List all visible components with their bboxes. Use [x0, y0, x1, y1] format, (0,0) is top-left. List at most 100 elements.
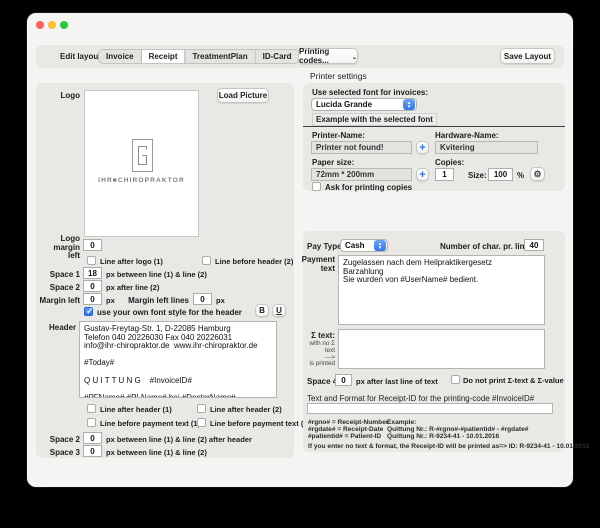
- receipt-id-fallback-note: If you enter no text & format, the Recei…: [308, 443, 589, 450]
- space2b-field[interactable]: 0: [83, 432, 102, 444]
- tab-idcard[interactable]: ID-Card: [256, 50, 299, 63]
- sum-text-label: Σ text:: [305, 331, 335, 340]
- size-field[interactable]: 100: [488, 168, 513, 181]
- dropdown-stepper-icon: ▲▼: [374, 240, 386, 251]
- underline-label: U: [276, 306, 282, 315]
- own-font-label: use your own font style for the header: [97, 308, 242, 317]
- header-textarea[interactable]: Gustav-Freytag-Str. 1, D-22085 Hamburg T…: [79, 321, 277, 398]
- pay-type-value: Cash: [345, 241, 365, 250]
- printer-name-field[interactable]: Printer not found!: [311, 141, 412, 154]
- logo-preview: IHR■CHIROPRAKTOR: [84, 90, 199, 237]
- copies-field[interactable]: 1: [435, 168, 454, 181]
- logo-margin-left-label: Logo margin left: [40, 235, 80, 261]
- add-printer-button[interactable]: +: [416, 141, 429, 154]
- legend-rgno: #rgno# = Receipt-Number: [308, 419, 388, 426]
- receipt-id-title: Text and Format for Receipt-ID for the p…: [307, 394, 534, 403]
- line-before-payment1-label: Line before payment text (1): [100, 419, 200, 428]
- line-after-logo-label: Line after logo (1): [100, 257, 163, 266]
- space3-field[interactable]: 0: [83, 445, 102, 457]
- space2-field[interactable]: 0: [83, 280, 102, 292]
- font-select[interactable]: Lucida Grande ▲▼: [311, 98, 417, 111]
- line-after-header1-label: Line after header (1): [100, 405, 172, 414]
- dropdown-stepper-icon: ▲▼: [403, 99, 415, 110]
- line-after-logo-checkbox[interactable]: [87, 256, 96, 265]
- logo-margin-left-field[interactable]: 0: [83, 239, 102, 251]
- bold-label: B: [259, 306, 265, 315]
- margin-left-field[interactable]: 0: [83, 293, 102, 305]
- space4-field[interactable]: 0: [335, 374, 352, 386]
- save-layout-button[interactable]: Save Layout: [500, 48, 555, 64]
- add-paper-size-button[interactable]: +: [416, 168, 429, 181]
- space1-field[interactable]: 18: [83, 267, 102, 279]
- space1-suffix: px between line (1) & line (2): [106, 270, 207, 279]
- tab-receipt[interactable]: Receipt: [142, 50, 186, 63]
- paper-size-field[interactable]: 72mm * 200mm: [311, 168, 412, 181]
- margin-left-lines-label: Margin left lines: [127, 296, 189, 305]
- legend-rgdate: #rgdate# = Receipt-Date: [308, 426, 383, 433]
- printer-settings-title: Printer settings: [310, 71, 367, 81]
- legend-example-format: Quittung Nr.: R-#rgno#-#patientid# - #rg…: [387, 426, 528, 433]
- no-sum-print-label: Do not print Σ-text & Σ-value: [463, 376, 564, 385]
- font-for-invoices-label: Use selected font for invoices:: [312, 88, 428, 97]
- screenshot-stage: Edit layout: Invoice Receipt TreatmentPl…: [0, 0, 600, 528]
- gear-icon: ⚙: [533, 169, 541, 180]
- checkmark-icon: ✓: [86, 306, 94, 317]
- legend-example-title: Example:: [387, 419, 416, 426]
- zoom-window-icon[interactable]: [60, 21, 68, 29]
- space4-label: Space 4: [307, 377, 337, 386]
- chevron-down-icon: ⌄: [352, 54, 357, 61]
- header-label: Header: [49, 323, 76, 332]
- minimize-window-icon[interactable]: [48, 21, 56, 29]
- margin-left-lines-field[interactable]: 0: [193, 293, 212, 305]
- printing-codes-button[interactable]: Printing codes...⌄: [298, 48, 358, 64]
- line-before-payment1-checkbox[interactable]: [87, 418, 96, 427]
- save-layout-label: Save Layout: [504, 52, 551, 61]
- space3-label: Space 3: [49, 448, 80, 457]
- pay-type-label: Pay Type:: [307, 242, 344, 251]
- hardware-name-label: Hardware-Name:: [435, 131, 499, 140]
- tab-invoice[interactable]: Invoice: [99, 50, 142, 63]
- payment-textarea[interactable]: Zugelassen nach dem Heilpraktikergesetz …: [338, 255, 545, 325]
- space4-suffix: px after last line of text: [356, 377, 438, 386]
- app-window: Edit layout: Invoice Receipt TreatmentPl…: [27, 13, 573, 487]
- close-window-icon[interactable]: [36, 21, 44, 29]
- line-before-payment2-checkbox[interactable]: [197, 418, 206, 427]
- printer-name-label: Printer-Name:: [312, 131, 365, 140]
- logo-brand-text: IHR■CHIROPRAKTOR: [85, 177, 198, 184]
- space2b-label: Space 2: [49, 435, 80, 444]
- line-after-header2-checkbox[interactable]: [197, 404, 206, 413]
- receipt-id-format-input[interactable]: [307, 403, 553, 414]
- pay-type-select[interactable]: Cash ▲▼: [340, 239, 388, 252]
- line-after-header1-checkbox[interactable]: [87, 404, 96, 413]
- legend-example-result: Quittung Nr.: R-9234-41 - 10.01.2016: [387, 433, 499, 440]
- line-after-header2-label: Line after header (2): [210, 405, 282, 414]
- printer-settings-gear-button[interactable]: ⚙: [530, 167, 545, 181]
- margin-left-lines-unit: px: [216, 296, 225, 305]
- space2-suffix: px after line (2): [106, 283, 159, 292]
- printer-divider: [303, 126, 565, 127]
- sum-textarea[interactable]: [338, 329, 545, 369]
- paper-size-label: Paper size:: [312, 158, 354, 167]
- tab-treatmentplan[interactable]: TreatmentPlan: [185, 50, 255, 63]
- bold-button[interactable]: B: [255, 304, 269, 317]
- line-before-header-checkbox[interactable]: [202, 256, 211, 265]
- no-sum-print-checkbox[interactable]: [451, 375, 460, 384]
- font-example-text: Example with the selected font: [312, 113, 437, 126]
- load-picture-button[interactable]: Load Picture: [217, 88, 269, 103]
- font-select-value: Lucida Grande: [316, 100, 372, 109]
- underline-button[interactable]: U: [272, 304, 286, 317]
- size-unit-label: %: [517, 171, 524, 180]
- own-font-checkbox[interactable]: ✓: [84, 307, 93, 316]
- chars-per-line-field[interactable]: 40: [524, 239, 544, 251]
- payment-text-label: Payment text: [299, 256, 335, 273]
- hardware-name-field[interactable]: Kvitering: [435, 141, 538, 154]
- logo-glyph-icon: [132, 139, 153, 172]
- logo-label: Logo: [54, 91, 80, 100]
- layout-segmented-control: Invoice Receipt TreatmentPlan ID-Card: [98, 49, 300, 64]
- space2-label: Space 2: [49, 283, 80, 292]
- line-before-header-label: Line before header (2): [215, 257, 293, 266]
- ask-printing-copies-checkbox[interactable]: [312, 182, 321, 191]
- sum-text-note: with no Σ text ---> is printed: [297, 341, 335, 368]
- margin-left-label: Margin left: [37, 296, 80, 305]
- copies-label: Copies:: [435, 158, 464, 167]
